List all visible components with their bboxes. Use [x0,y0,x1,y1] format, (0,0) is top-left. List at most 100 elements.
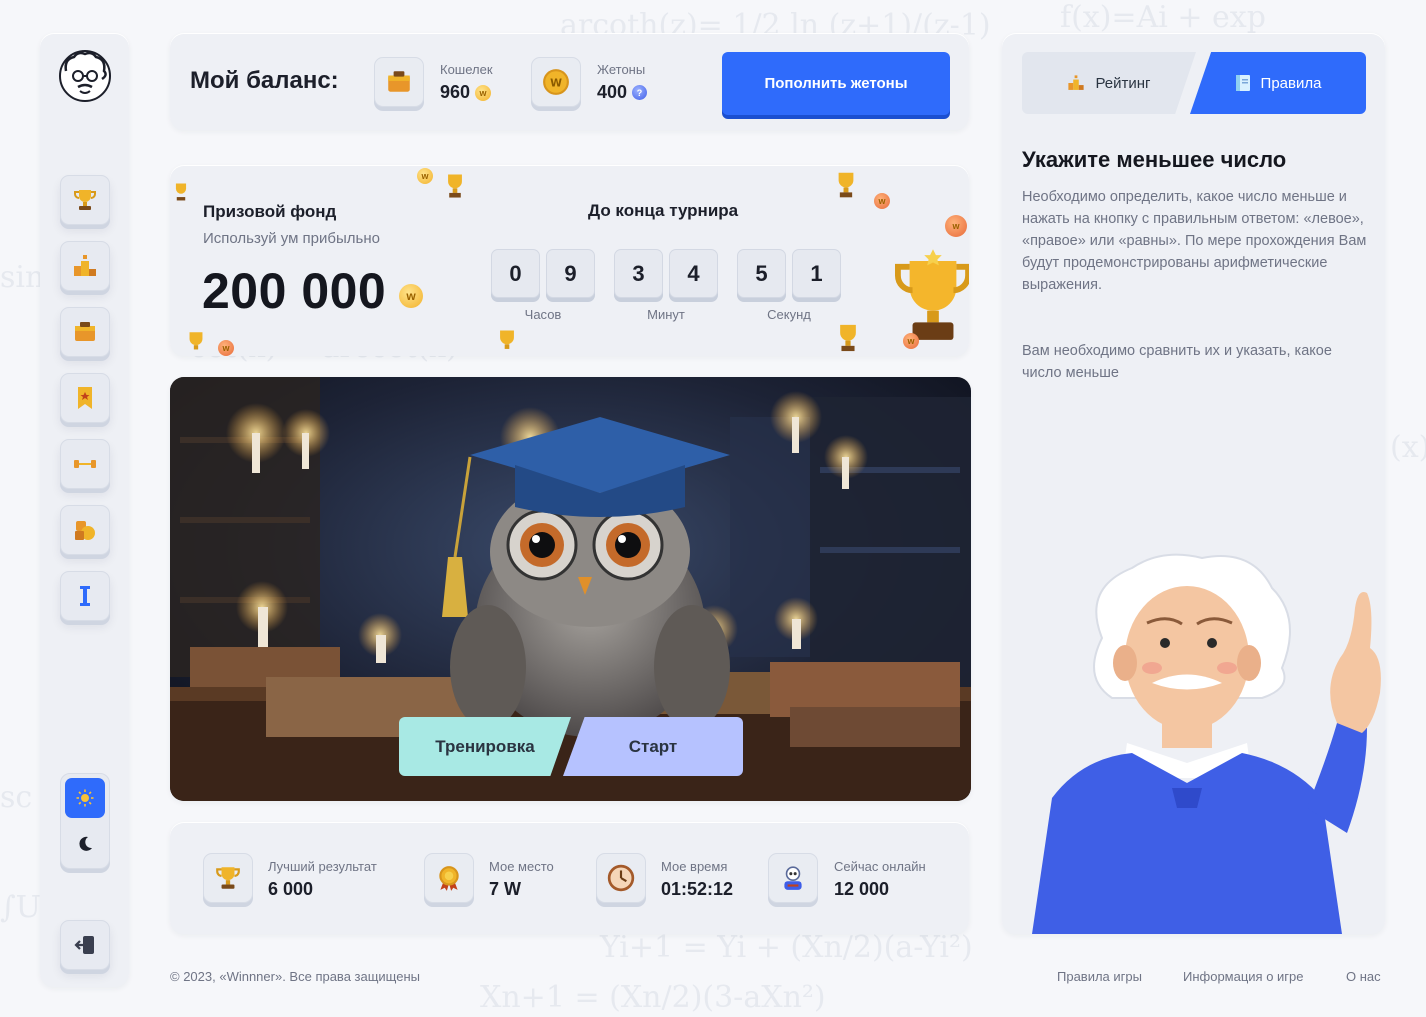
sidebar-item-training[interactable] [60,439,110,489]
my-time-value: 01:52:12 [661,879,734,899]
tokens-amount: 400 [597,82,628,102]
clock-icon [607,864,635,892]
coin-icon: w [945,215,967,237]
trophy-icon [500,330,514,349]
stats-panel: Лучший результат 6 000 Мое место 7 W Мое… [170,822,969,934]
hours-digit-1: 0 [491,249,540,298]
svg-text:W: W [550,76,562,89]
theme-switcher [60,773,110,869]
coin-icon: w [903,333,919,349]
trophy-icon [448,174,462,198]
tab-rating-label: Рейтинг [1095,74,1151,92]
sidebar-item-trophy[interactable] [60,175,110,225]
prize-title: Призовой фонд [203,202,337,221]
tokens-box: W [531,57,581,107]
balance-title: Мой баланс: [190,67,339,94]
tokens-value: 400 ? [597,82,648,103]
online-label: Сейчас онлайн [834,859,926,874]
online-users-icon [784,866,802,890]
wallet-value: 960 w [440,82,492,103]
coin-icon: w [218,340,234,356]
my-time-label: Мое время [661,859,728,874]
sidebar-item-info[interactable] [60,571,110,621]
minutes-label: Минут [647,307,685,322]
start-button[interactable]: Старт [563,717,743,776]
my-time-icon-box [596,853,646,903]
footer-link-about[interactable]: О нас [1346,969,1381,984]
seconds-label: Секунд [767,307,811,322]
rules-paragraph-2: Вам необходимо сравнить их и указать, ка… [1022,343,1332,381]
trophy-icon [838,172,854,198]
copyright: © 2023, «Winnner». Все права защищены [170,969,420,984]
logout-icon [74,936,94,954]
trophy-icon [74,190,96,210]
token-icon: ? [632,85,648,100]
coins-icon [75,521,95,540]
rules-title: Укажите меньшее число [1022,147,1287,172]
trophy-icon [175,183,187,201]
prize-panel: w w w w w Призовой фонд Используй ум при… [170,165,969,356]
podium-icon [74,255,96,276]
owl-library-illustration [170,377,971,801]
minutes-digit-1: 3 [614,249,663,298]
dark-theme-button[interactable] [65,824,105,864]
token-coin-icon: W [543,69,569,95]
book-icon [1235,75,1250,91]
tab-rating[interactable]: Рейтинг [1022,52,1196,114]
rules-panel: Рейтинг Правила Укажите меньшее число Не… [1002,33,1385,934]
rules-paragraph-1: Необходимо определить, какое число меньш… [1022,189,1367,293]
wallet-label: Кошелек [440,62,493,77]
tokens-label: Жетоны [597,62,646,77]
online-icon-box [768,853,818,903]
wallet-amount: 960 [440,82,471,102]
einstein-illustration [1032,553,1381,934]
minutes-digit-2: 4 [669,249,718,298]
seconds-digit-1: 5 [737,249,786,298]
hero-owl-image: Тренировка Старт [170,377,971,801]
timer-title: До конца турнира [588,201,739,220]
my-place-value: 7 W [489,879,522,899]
tab-rules[interactable]: Правила [1190,52,1366,114]
best-result-icon-box [203,853,253,903]
moon-icon [79,836,92,851]
dumbbell-icon [74,460,96,468]
topup-tokens-button[interactable]: Пополнить жетоны [722,52,950,115]
einstein-logo-icon[interactable] [58,49,112,103]
training-button[interactable]: Тренировка [399,717,571,776]
podium-icon [1068,75,1085,90]
coin-icon: w [475,84,492,101]
wallet-box [374,57,424,107]
trophy-icon [216,867,240,889]
sidebar-item-rating[interactable] [60,241,110,291]
coin-icon: w [417,168,433,184]
tab-rules-label: Правила [1260,74,1322,92]
trophy-icon [840,324,856,352]
balance-panel: Мой баланс: Кошелек 960 w W Жетоны 400 ?… [170,33,969,130]
wallet-icon [75,322,95,341]
sidebar-item-coins[interactable] [60,505,110,555]
footer-link-rules[interactable]: Правила игры [1057,969,1142,984]
coin-icon: w [874,193,890,209]
online-value: 12 000 [834,879,890,899]
my-place-icon-box [424,853,474,903]
hours-digit-2: 9 [546,249,595,298]
best-result-label: Лучший результат [268,859,377,874]
sidebar-item-wallet[interactable] [60,307,110,357]
sidebar-item-bookmark[interactable] [60,373,110,423]
best-result-value: 6 000 [268,879,314,899]
prize-amount: 200 000 [202,263,387,319]
coin-icon: w [399,284,423,308]
trophy-icon [189,332,203,350]
info-icon [80,586,90,606]
my-place-label: Мое место [489,859,554,874]
footer-link-game-info[interactable]: Информация о игре [1183,969,1304,984]
light-theme-button[interactable] [65,778,105,818]
sidebar [40,33,129,987]
bookmark-icon [78,387,92,409]
medal-icon [439,866,459,891]
sun-icon [76,789,94,807]
hours-label: Часов [524,307,562,322]
wallet-icon [388,71,410,92]
prize-subtitle: Используй ум прибыльно [203,230,380,247]
logout-button[interactable] [60,920,110,970]
